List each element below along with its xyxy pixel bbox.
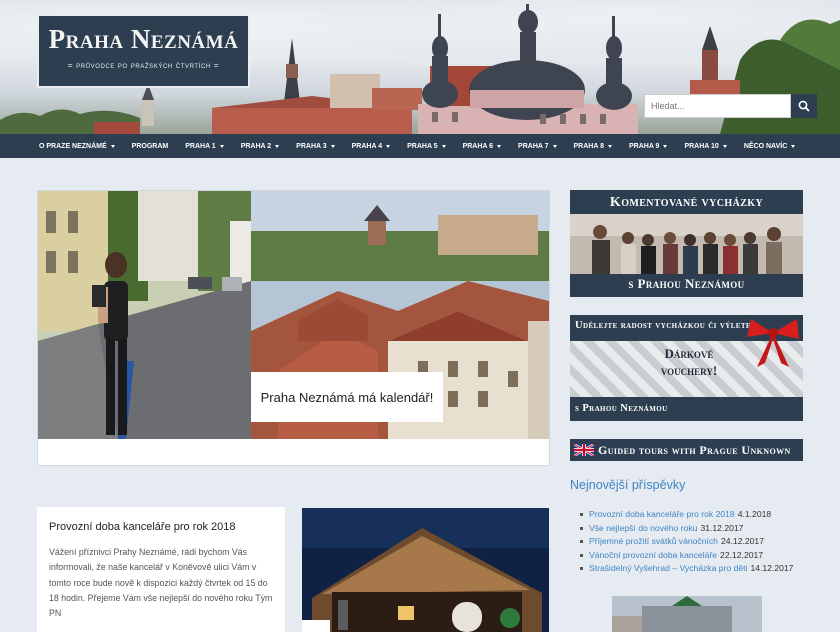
nav-label: PRAHA 1: [185, 142, 216, 150]
search-input[interactable]: [644, 94, 791, 118]
caret-down-icon: [607, 144, 612, 148]
caret-down-icon: [110, 144, 115, 148]
nav-label: O PRAZE NEZNÁMÉ: [39, 142, 107, 150]
nav-label: PRAHA 4: [351, 142, 383, 150]
post-card: Provozní doba kanceláře pro rok 2018 Váž…: [37, 507, 285, 632]
caret-down-icon: [791, 144, 796, 148]
group-photo-image: [570, 214, 803, 274]
caret-down-icon: [552, 144, 557, 148]
nav-item-praha-1[interactable]: PRAHA 1: [185, 142, 224, 150]
banner-footer: s Prahou Neznámou: [575, 403, 668, 414]
banner-footer: s Prahou Neznámou: [628, 276, 745, 291]
nav-label: PRAHA 2: [240, 142, 272, 150]
nav-item-o-praze-nezname[interactable]: O PRAZE NEZNÁMÉ: [39, 143, 115, 150]
list-item: Provozní doba kanceláře pro rok 2018 4.1.…: [580, 508, 830, 522]
nav-item-praha-7[interactable]: PRAHA 7: [518, 142, 557, 150]
nav-item-program[interactable]: PROGRAM: [132, 143, 169, 150]
nav-label: PRAHA 8: [573, 142, 604, 150]
ribbon-bow-icon: [747, 319, 799, 367]
nav-item-praha-9[interactable]: PRAHA 9: [628, 142, 668, 150]
recent-post-date: 14.12.2017: [750, 563, 794, 573]
post-title[interactable]: Provozní doba kanceláře pro rok 2018: [49, 521, 273, 533]
site-logo[interactable]: Praha Neznámá = průvodce po pražských čt…: [37, 14, 250, 88]
recent-post-link[interactable]: Provozní doba kanceláře pro rok 2018: [589, 508, 735, 522]
nav-item-praha-6[interactable]: PRAHA 6: [462, 142, 502, 150]
nav-label: PRAHA 7: [518, 142, 549, 150]
nav-item-praha-3[interactable]: PRAHA 3: [296, 142, 335, 150]
caret-down-icon: [663, 144, 668, 148]
caret-down-icon: [386, 144, 391, 148]
nav-label: PRAHA 3: [296, 142, 327, 150]
recent-post-link[interactable]: Strašidelný Vyšehrad – Vycházka pro děti: [589, 562, 747, 576]
site-title: Praha Neznámá: [48, 24, 239, 54]
nav-label: PRAHA 9: [628, 142, 660, 150]
cottage-night-image: [302, 508, 549, 632]
nav-item-praha-10[interactable]: PRAHA 10: [684, 142, 727, 150]
search-icon: [798, 100, 810, 112]
nav-item-neco-navic[interactable]: NĚCO NAVÍC: [743, 142, 796, 150]
list-item: Vše nejlepší do nového roku 31.12.2017: [580, 522, 830, 536]
nav-label: NĚCO NAVÍC: [743, 142, 788, 150]
voucher-center-text: Dárkové vouchery!: [660, 346, 718, 378]
nav-label: PRAHA 6: [462, 142, 494, 150]
site-header: Praha Neznámá = průvodce po pražských čt…: [0, 0, 840, 134]
post-image[interactable]: [302, 508, 549, 632]
building-photo-image: [612, 596, 762, 632]
nav-label: PRAHA 10: [684, 142, 719, 150]
recent-post-date: 24.12.2017: [720, 536, 764, 546]
post-excerpt: Vážení příznivci Prahy Neznámé, rádi byc…: [49, 547, 273, 619]
banner-gift-vouchers[interactable]: Udělejte radost vycházkou či výletem Dár…: [570, 315, 803, 421]
list-item: Příjemné prožití svátků vánočních 24.12.2…: [580, 535, 830, 549]
caret-down-icon: [219, 144, 224, 148]
recent-posts-heading: Nejnovější příspěvky: [570, 478, 686, 492]
banner-guided-walks[interactable]: Komentované vycházky s Prahou Neznámou: [570, 190, 803, 297]
nav-item-praha-4[interactable]: PRAHA 4: [351, 142, 391, 150]
recent-post-link[interactable]: Vše nejlepší do nového roku: [589, 522, 697, 536]
recent-post-link[interactable]: Příjemné prožití svátků vánočních: [589, 535, 718, 549]
recent-post-date: 31.12.2017: [700, 522, 744, 533]
nav-item-praha-5[interactable]: PRAHA 5: [407, 142, 446, 150]
search-button[interactable]: [791, 94, 817, 118]
caret-down-icon: [722, 144, 727, 148]
slider-caption[interactable]: Praha Neznámá má kalendář!: [251, 372, 443, 422]
banner-guided-tours-english[interactable]: Guided tours with Prague Unknown: [570, 439, 803, 461]
uk-flag-icon: [574, 444, 594, 456]
caret-down-icon: [497, 144, 502, 148]
search-bar: [644, 94, 817, 118]
recent-post-date: 4.1.2018: [737, 509, 772, 519]
banner-title: Guided tours with Prague Unknown: [598, 442, 791, 457]
nav-label: PRAHA 5: [407, 142, 438, 150]
recent-posts-list: Provozní doba kanceláře pro rok 2018 4.1.…: [580, 508, 830, 576]
list-item: Vánoční provozní doba kanceláře 22.12.201…: [580, 549, 830, 563]
caret-down-icon: [275, 144, 280, 148]
nav-item-praha-8[interactable]: PRAHA 8: [574, 143, 612, 150]
nav-item-praha-2[interactable]: PRAHA 2: [240, 142, 280, 150]
sidebar-post-image[interactable]: [612, 596, 762, 632]
main-nav: O PRAZE NEZNÁMÉ PROGRAM PRAHA 1 PRAHA 2 …: [0, 134, 840, 158]
featured-slider[interactable]: Praha Neznámá má kalendář!: [37, 190, 550, 466]
site-subtitle: = průvodce po pražských čtvrtích =: [67, 60, 220, 70]
banner-title: Komentované vycházky: [609, 195, 764, 210]
caret-down-icon: [441, 144, 446, 148]
recent-post-link[interactable]: Vánoční provozní doba kanceláře: [589, 549, 717, 563]
recent-post-date: 22.12.2017: [720, 549, 764, 560]
list-item: Strašidelný Vyšehrad – Vycházka pro děti…: [580, 562, 830, 576]
nav-label: PROGRAM: [131, 142, 169, 150]
caret-down-icon: [330, 144, 335, 148]
